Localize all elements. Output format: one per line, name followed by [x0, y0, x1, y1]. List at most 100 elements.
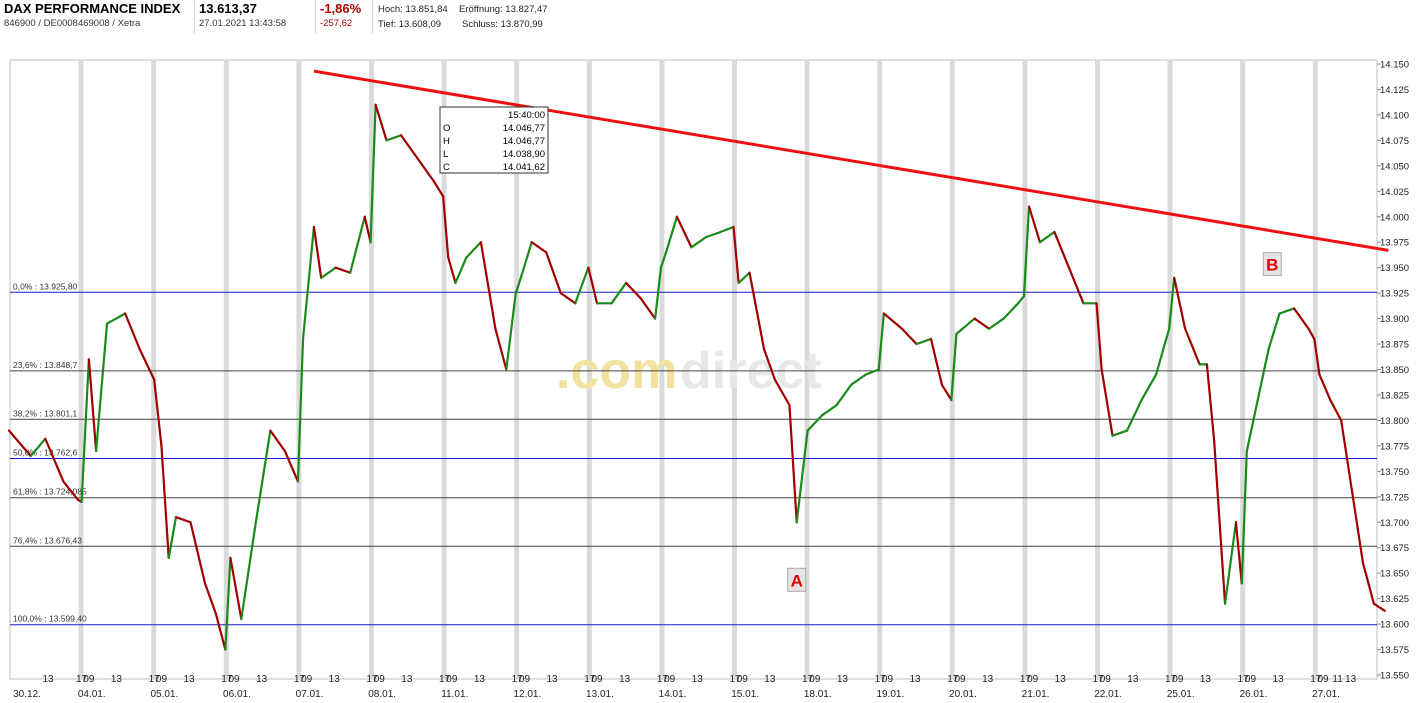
- tooltip-key-h: H: [443, 136, 450, 147]
- y-tick-label: 13.575: [1380, 645, 1409, 656]
- price-segment: [1340, 419, 1354, 493]
- price-segment: [454, 256, 468, 285]
- x-tick-label: 13: [256, 674, 268, 685]
- fib-label: 50,0% : 13.762,6: [13, 448, 78, 458]
- tooltip-key-c: C: [443, 162, 450, 173]
- y-tick-label: 13.925: [1380, 289, 1409, 300]
- price-segment: [349, 215, 366, 274]
- x-tick-label: 09: [519, 674, 531, 685]
- price-chart[interactable]: .com direct 0,0% : 13.925,8023,6% : 13.8…: [0, 0, 1417, 703]
- price-segment: [1361, 561, 1375, 605]
- x-day-label: 12.01.: [513, 689, 541, 700]
- price-segment: [1038, 230, 1056, 244]
- y-tick-label: 13.775: [1380, 441, 1409, 452]
- x-tick-label: 13: [401, 674, 413, 685]
- price-segment: [203, 582, 218, 616]
- y-tick-label: 13.650: [1380, 569, 1409, 580]
- price-segment: [1100, 368, 1114, 437]
- price-segment: [254, 429, 272, 524]
- x-tick-label: 09: [882, 674, 894, 685]
- price-segment: [788, 404, 798, 524]
- x-day-label: 06.01.: [223, 689, 251, 700]
- price-segment: [559, 292, 577, 305]
- x-day-label: 27.01.: [1312, 689, 1340, 700]
- x-day-label: 22.01.: [1094, 689, 1122, 700]
- session-band: [1240, 60, 1246, 679]
- price-segment: [545, 251, 562, 295]
- price-segment: [737, 271, 751, 285]
- x-tick-label: 11: [1332, 674, 1343, 685]
- x-tick-label: 09: [1317, 674, 1329, 685]
- price-segment: [1278, 307, 1296, 315]
- y-tick-label: 14.100: [1380, 110, 1409, 121]
- price-segment: [301, 225, 316, 341]
- price-segment: [882, 312, 904, 330]
- x-day-label: 04.01.: [78, 689, 106, 700]
- x-tick-label: 09: [737, 674, 749, 685]
- x-tick-label: 13: [546, 674, 558, 685]
- price-segment: [124, 312, 141, 351]
- price-segment: [229, 556, 243, 621]
- price-segment: [1184, 327, 1201, 366]
- y-tick-label: 14.075: [1380, 136, 1409, 147]
- x-tick-label: 13: [474, 674, 486, 685]
- price-segment: [174, 516, 192, 524]
- session-band: [78, 60, 84, 679]
- price-segment: [864, 368, 880, 376]
- x-tick-label: 13: [1055, 674, 1067, 685]
- price-segment: [167, 516, 178, 559]
- price-segment: [1067, 266, 1085, 305]
- price-segment: [87, 358, 98, 453]
- price-segment: [987, 317, 1005, 330]
- price-segment: [320, 266, 337, 279]
- x-tick-label: 13: [692, 674, 704, 685]
- y-tick-label: 13.675: [1380, 543, 1409, 554]
- x-tick-label: 09: [374, 674, 386, 685]
- price-segment: [690, 236, 708, 249]
- x-tick-label: 13: [42, 674, 54, 685]
- fib-label: 38,2% : 13.801,1: [13, 408, 78, 418]
- price-segment: [1140, 373, 1158, 402]
- price-segment: [1154, 327, 1171, 376]
- tooltip-key-l: L: [443, 149, 448, 160]
- price-segment: [719, 225, 735, 234]
- price-segment: [973, 317, 991, 330]
- price-segment: [624, 281, 642, 300]
- price-segment: [1111, 429, 1129, 437]
- x-tick-label: 13: [619, 674, 631, 685]
- price-segment: [530, 241, 548, 254]
- price-segment: [189, 521, 207, 585]
- x-tick-label: 13: [183, 674, 195, 685]
- x-tick-label: 09: [1100, 674, 1112, 685]
- x-tick-label: 13: [764, 674, 776, 685]
- price-segment: [1002, 302, 1020, 320]
- session-band: [296, 60, 302, 679]
- x-tick-label: 13: [909, 674, 921, 685]
- fib-label: 23,6% : 13.848,7: [13, 360, 78, 370]
- y-tick-label: 13.875: [1380, 340, 1409, 351]
- price-segment: [269, 429, 286, 453]
- x-tick-label: 13: [1272, 674, 1284, 685]
- tooltip-val-c: 14.041,62: [503, 162, 545, 173]
- x-tick-label: 09: [301, 674, 313, 685]
- price-segment: [334, 266, 352, 274]
- price-segment: [574, 266, 590, 305]
- price-segment: [414, 154, 435, 183]
- marker-b: B: [1266, 256, 1278, 275]
- y-tick-label: 13.725: [1380, 492, 1409, 503]
- x-tick-label: 09: [1027, 674, 1039, 685]
- price-segment: [1292, 307, 1310, 330]
- ohlc-tooltip: 15:40:00 O 14.046,77 H 14.046,77 L 14.038,90 C 1…: [439, 106, 549, 174]
- fib-label: 61,8% : 13.724,085: [13, 487, 87, 497]
- price-segment: [399, 134, 417, 157]
- y-tick-label: 13.800: [1380, 416, 1409, 427]
- session-band: [1312, 60, 1318, 679]
- marker-a: A: [791, 571, 803, 590]
- x-tick-label: 13: [1127, 674, 1139, 685]
- x-day-label: 30.12.: [13, 689, 41, 700]
- y-tick-label: 14.150: [1380, 60, 1409, 71]
- tooltip-time: 15:40:00: [508, 110, 545, 121]
- y-tick-label: 13.825: [1380, 390, 1409, 401]
- y-tick-label: 13.600: [1380, 620, 1409, 631]
- price-segment: [312, 225, 323, 279]
